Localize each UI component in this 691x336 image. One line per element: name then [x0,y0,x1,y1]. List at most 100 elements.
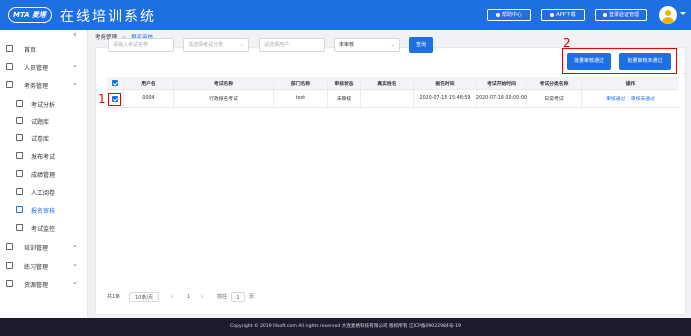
sidebar-item[interactable]: 试题库 [0,113,88,129]
status-select[interactable]: 未审核 ⌄ [334,38,400,52]
question-bank-icon [16,117,23,124]
cell-category: 日常考试 [527,90,582,107]
page-size-select[interactable]: 10条/页 [129,292,159,302]
sidebar-item-label: 资源管理 [24,282,49,289]
sidebar-item-label: 试题库 [31,119,50,126]
cell-start-time: 2020-07-16 00:00:00 [476,90,527,107]
paper-icon [16,134,23,141]
chevron-down-icon[interactable] [680,12,686,15]
help-icon [495,12,500,17]
audit-icon [16,206,23,213]
sidebar-item-label: 成绩管理 [31,172,56,179]
prev-page-icon[interactable]: ‹ [171,292,173,302]
copyright-text: Copyright © 2019 lllsoft.com All rights … [230,324,461,329]
chevron-down-icon: ⌄ [72,79,78,87]
cell-real-name [361,90,414,107]
sidebar-item-label: 考试分析 [31,102,56,109]
sidebar-item[interactable]: 练习管理 ⌄ [0,258,88,274]
user-icon [602,12,607,17]
publish-icon [16,152,23,159]
sidebar-item[interactable]: 试卷库 [0,130,88,146]
category-select[interactable]: 请选择考试分类 ⌄ [183,38,249,52]
score-icon [16,170,23,177]
col-real-name: 真实姓名 [361,77,414,89]
annotation-2: 2 [563,36,571,50]
help-center-button[interactable]: 帮助中心 [487,9,531,21]
sidebar-item[interactable]: 首页 [0,41,88,57]
grading-icon [16,188,23,195]
cell-username: 0004 [124,90,174,107]
sidebar-item[interactable]: 考试分析 [0,96,88,112]
col-start-time: 考试开始时间 [477,77,527,89]
col-department: 部门名称 [274,77,328,89]
home-icon [6,45,13,52]
chevron-down-icon: ⌄ [390,42,395,48]
resource-icon [6,280,13,287]
top-header: MTA 麦塔 在线培训系统 帮助中心 APP下载 登录验证管理 [0,0,691,30]
cell-actions: 审核通过 | 审核未通过 [582,90,679,107]
login-verify-label: 登录验证管理 [608,12,639,18]
cell-exam-name: 行政报名考试 [174,90,274,107]
exam-name-input[interactable]: 请输入考试名称 [108,38,174,52]
user-placeholder: 请选择用户 [264,42,290,48]
sidebar-item-label: 人员管理 [24,65,49,72]
sidebar-item[interactable]: 资源管理 ⌄ [0,276,88,292]
goto-page-input[interactable]: 1 [231,292,245,302]
sidebar-item[interactable]: 发布考试 [0,148,88,164]
sidebar-item[interactable]: 成绩管理 [0,166,88,182]
action-separator: | [627,96,629,101]
app-download-label: APP下载 [556,12,576,18]
goto-label: 前往 [217,294,228,300]
download-icon [550,12,555,17]
sidebar-item[interactable]: 人员管理 ⌄ [0,59,88,75]
chevron-down-icon: ⌄ [72,260,78,268]
app-download-button[interactable]: APP下载 [541,9,585,21]
sidebar-item[interactable]: 报名审核 [0,202,88,218]
current-page[interactable]: 1 [187,292,190,302]
sidebar-item[interactable]: 培训管理 ⌄ [0,239,88,255]
sidebar-item-label: 首页 [24,47,37,54]
table-header: 用户名 考试名称 部门名称 审核状态 真实姓名 报名时间 考试开始时间 考试分类… [107,77,679,90]
sidebar-item[interactable]: 人工阅卷 [0,184,88,200]
approve-link[interactable]: 审核通过 [606,95,625,102]
footer: Copyright © 2019 lllsoft.com All rights … [0,318,691,336]
analysis-icon [16,100,23,107]
training-icon [6,243,13,250]
col-actions: 操作 [625,81,636,87]
login-verify-button[interactable]: 登录验证管理 [595,9,647,21]
cell-status: 未审核 [328,90,361,107]
batch-buttons-highlight [562,48,677,74]
sidebar-item-label: 人工阅卷 [31,190,56,197]
app-title: 在线培训系统 [60,9,156,25]
user-select-input[interactable]: 请选择用户 [259,38,325,52]
select-all-cell[interactable] [107,77,124,89]
sidebar-item-label: 练习管理 [24,264,49,271]
chevron-down-icon: ⌄ [72,241,78,249]
collapse-sidebar-icon[interactable]: ‹ [73,30,77,40]
page-suffix: 页 [249,294,255,300]
col-exam-name: 考试名称 [174,77,274,89]
sidebar-item[interactable]: 考试监控 [0,220,88,236]
exam-name-placeholder: 请输入考试名称 [113,42,149,48]
checkbox-highlight [108,93,121,106]
col-signup-time: 报名时间 [414,77,477,89]
sidebar-item[interactable]: 考务管理 ⌄ [0,77,88,93]
sidebar-item-label: 培训管理 [24,245,49,252]
monitor-icon [16,224,23,231]
avatar-icon[interactable] [659,6,677,24]
reject-link[interactable]: 审核未通过 [631,95,655,102]
practice-icon [6,262,13,269]
next-page-icon[interactable]: › [201,292,203,302]
total-count: 共1条 [107,294,121,300]
status-value: 未审核 [339,42,355,48]
query-button[interactable]: 查询 [409,37,433,53]
chevron-down-icon: ⌄ [72,61,78,69]
col-status: 审核状态 [328,77,361,89]
cell-signup-time: 2020-07-15 15:48:59 [414,90,477,107]
category-placeholder: 请选择考试分类 [188,42,224,48]
sidebar-item-label: 考试监控 [31,226,56,233]
sidebar: ‹ 首页 人员管理 ⌄ 考务管理 ⌄ 考试分析 试题库 试卷库 发布考试 成绩管理 人工阅卷 报名审核… [0,30,88,318]
select-all-checkbox[interactable] [112,80,118,86]
chevron-down-icon: ⌄ [72,278,78,286]
table-row: 0004 行政报名考试 test 未审核 2020-07-15 15:48:59… [107,90,679,108]
